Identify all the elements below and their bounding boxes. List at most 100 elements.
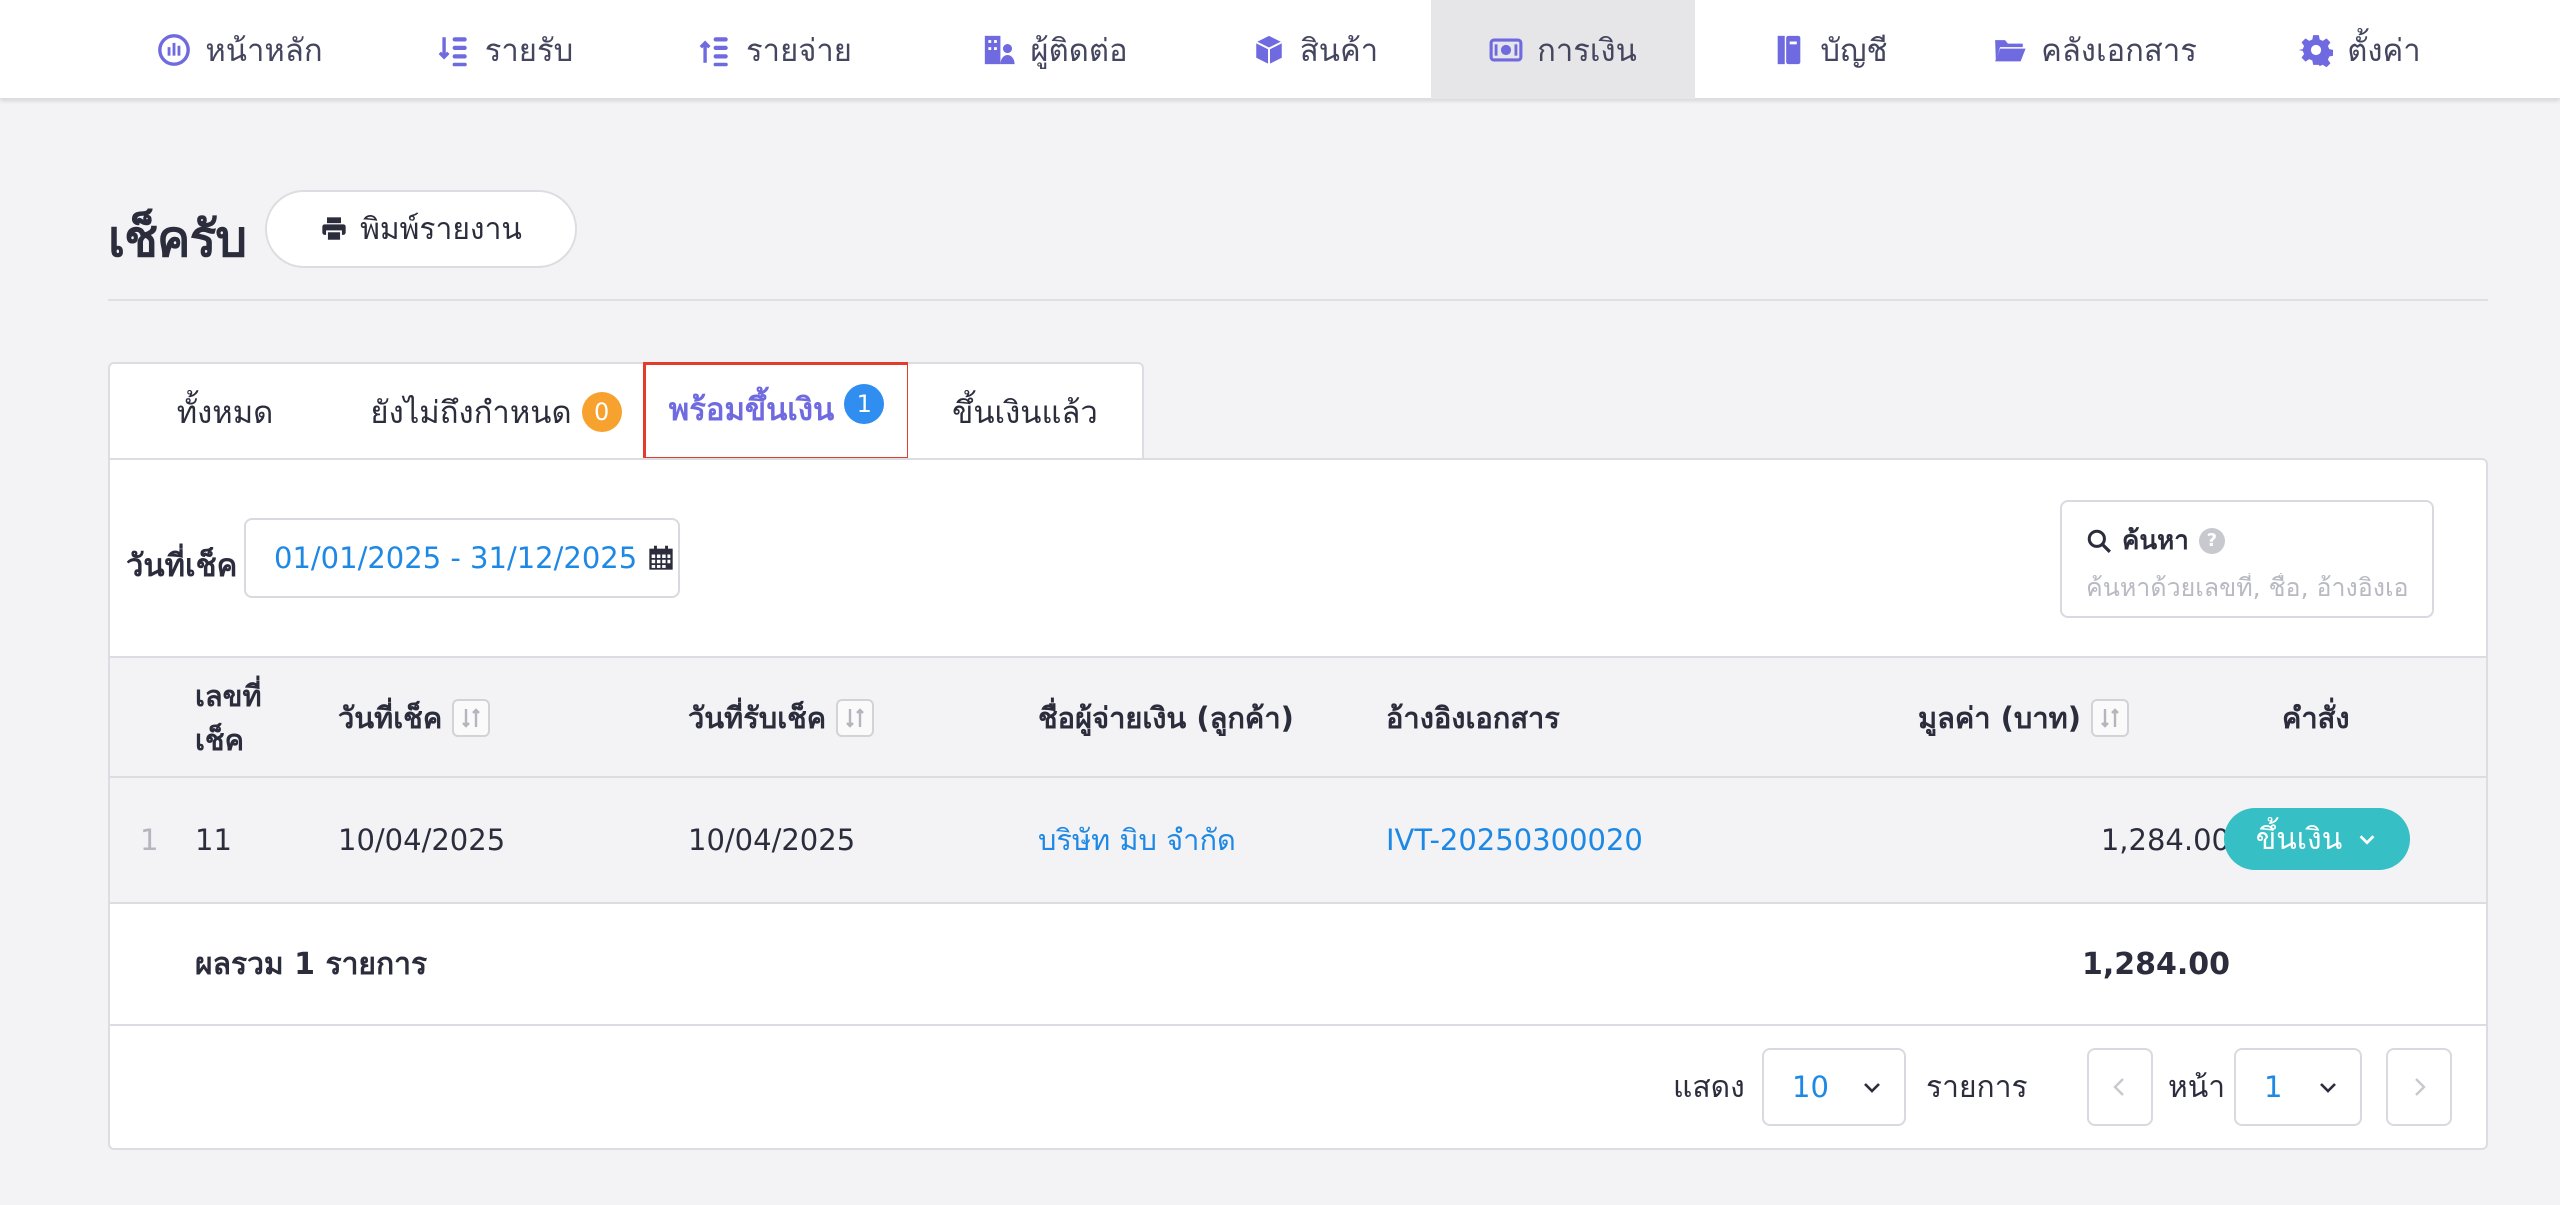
page-title: เช็ครับ bbox=[108, 210, 247, 268]
nav-item-income[interactable]: รายรับ bbox=[420, 0, 590, 99]
search-input[interactable] bbox=[2086, 573, 2408, 602]
nav-label: บัญชี bbox=[1820, 32, 1888, 69]
cell-payer-link[interactable]: บริษัท มิบ จำกัด bbox=[1038, 778, 1236, 902]
table-footer: ผลรวม 1 รายการ 1,284.00 bbox=[110, 904, 2486, 1026]
page-label: หน้า bbox=[2168, 1070, 2226, 1105]
tab-all[interactable]: ทั้งหมด bbox=[108, 362, 342, 460]
top-nav: หน้าหลัก รายรับ รายจ่าย ผู้ติดต่อ สินค้า… bbox=[0, 0, 2560, 99]
print-report-button[interactable]: พิมพ์รายงาน bbox=[265, 190, 577, 268]
page-size-select[interactable]: 10 bbox=[1762, 1048, 1906, 1126]
tab-ready-to-deposit[interactable]: พร้อมขึ้นเงิน 1 bbox=[643, 362, 910, 460]
cell-receive-date: 10/04/2025 bbox=[688, 823, 856, 857]
date-filter-label: วันที่เช็ค bbox=[126, 548, 238, 584]
deposit-action-label: ขึ้นเงิน bbox=[2255, 821, 2343, 857]
count-badge: 0 bbox=[581, 392, 622, 432]
next-page-button[interactable] bbox=[2386, 1048, 2452, 1126]
prev-page-button[interactable] bbox=[2087, 1048, 2153, 1126]
page-number-value: 1 bbox=[2264, 1070, 2283, 1104]
nav-label: สินค้า bbox=[1299, 32, 1379, 69]
search-icon bbox=[2087, 529, 2111, 553]
header-check-no: เลขที่ เช็ค bbox=[195, 658, 262, 778]
date-range-value: 01/01/2025 - 31/12/2025 bbox=[274, 541, 638, 575]
header-action: คำสั่ง bbox=[2282, 658, 2350, 778]
income-icon bbox=[438, 36, 467, 66]
box-icon bbox=[1255, 35, 1283, 64]
help-icon[interactable]: ? bbox=[2198, 527, 2225, 554]
header-payer: ชื่อผู้จ่ายเงิน (ลูกค้า) bbox=[1038, 658, 1294, 778]
page-number-select[interactable]: 1 bbox=[2234, 1048, 2362, 1126]
row-index: 1 bbox=[140, 823, 159, 857]
header-label: คำสั่ง bbox=[2282, 701, 2350, 735]
chevron-left-icon bbox=[2113, 1078, 2124, 1096]
items-label: รายการ bbox=[1926, 1070, 2028, 1105]
date-range-picker[interactable]: 01/01/2025 - 31/12/2025 bbox=[244, 518, 680, 598]
nav-item-expense[interactable]: รายจ่าย bbox=[680, 0, 870, 99]
header-label: วันที่เช็ค bbox=[338, 701, 443, 735]
table-row: 1 11 10/04/2025 10/04/2025 บริษัท มิบ จำ… bbox=[110, 778, 2486, 904]
sort-icon[interactable] bbox=[2090, 699, 2129, 737]
chevron-down-icon bbox=[2320, 1083, 2336, 1093]
nav-label: รายรับ bbox=[484, 32, 574, 69]
summary-total: 1,284.00 bbox=[2081, 946, 2230, 982]
contacts-icon bbox=[985, 35, 1015, 64]
cheque-panel: วันที่เช็ค 01/01/2025 - 31/12/2025 ค้นหา… bbox=[108, 458, 2488, 1150]
table-header: เลขที่ เช็ค วันที่เช็ค วันที่รับเช็ค ชื่… bbox=[110, 656, 2486, 778]
tab-label: ขึ้นเงินแล้ว bbox=[952, 395, 1098, 431]
folder-icon bbox=[1995, 39, 2026, 61]
header-reference: อ้างอิงเอกสาร bbox=[1386, 658, 1560, 778]
deposit-action-button[interactable]: ขึ้นเงิน bbox=[2224, 808, 2410, 870]
header-receive-date[interactable]: วันที่รับเช็ค bbox=[688, 658, 875, 778]
count-badge: 1 bbox=[844, 384, 885, 424]
tab-not-due[interactable]: ยังไม่ถึงกำหนด 0 bbox=[340, 362, 654, 460]
chevron-down-icon bbox=[2359, 835, 2375, 845]
ledger-icon bbox=[1778, 35, 1801, 64]
print-report-label: พิมพ์รายงาน bbox=[360, 211, 522, 247]
nav-label: การเงิน bbox=[1537, 32, 1637, 69]
header-label: ชื่อผู้จ่ายเงิน (ลูกค้า) bbox=[1038, 701, 1294, 735]
header-amount[interactable]: มูลค่า (บาท) bbox=[1918, 658, 2129, 778]
header-label: อ้างอิงเอกสาร bbox=[1386, 701, 1560, 735]
nav-label: ผู้ติดต่อ bbox=[1030, 32, 1128, 69]
cell-amount: 1,284.00 bbox=[2100, 823, 2230, 857]
show-label: แสดง bbox=[1673, 1070, 1745, 1105]
sort-icon[interactable] bbox=[836, 699, 875, 737]
header-divider bbox=[108, 299, 2488, 301]
money-icon bbox=[1489, 38, 1523, 61]
chevron-right-icon bbox=[2415, 1078, 2426, 1096]
header-check-date[interactable]: วันที่เช็ค bbox=[338, 658, 491, 778]
nav-item-documents[interactable]: คลังเอกสาร bbox=[1985, 0, 2205, 99]
nav-item-settings[interactable]: ตั้งค่า bbox=[2290, 0, 2430, 99]
tab-deposited[interactable]: ขึ้นเงินแล้ว bbox=[908, 362, 1144, 460]
nav-label: หน้าหลัก bbox=[205, 32, 323, 69]
header-label: วันที่รับเช็ค bbox=[688, 701, 827, 735]
cell-check-date: 10/04/2025 bbox=[338, 823, 506, 857]
tab-label: พร้อมขึ้นเงิน bbox=[668, 392, 835, 428]
summary-label: ผลรวม 1 รายการ bbox=[195, 946, 428, 982]
tab-label: ยังไม่ถึงกำหนด bbox=[370, 395, 572, 431]
printer-icon bbox=[322, 217, 346, 242]
tab-label: ทั้งหมด bbox=[176, 395, 274, 431]
header-check-no-line2: เช็ค bbox=[195, 723, 244, 757]
nav-label: คลังเอกสาร bbox=[2041, 32, 2197, 69]
search-heading: ค้นหา ? bbox=[2086, 520, 2408, 561]
nav-label: รายจ่าย bbox=[746, 32, 852, 69]
cell-reference-link[interactable]: IVT-20250300020 bbox=[1386, 778, 1643, 902]
nav-item-contacts[interactable]: ผู้ติดต่อ bbox=[950, 0, 1160, 99]
header-label: มูลค่า (บาท) bbox=[1918, 701, 2081, 735]
nav-item-home[interactable]: หน้าหลัก bbox=[140, 0, 340, 99]
cell-check-no: 11 bbox=[195, 823, 232, 857]
page-size-value: 10 bbox=[1792, 1070, 1829, 1104]
nav-item-products[interactable]: สินค้า bbox=[1230, 0, 1400, 99]
nav-item-accounting[interactable]: บัญชี bbox=[1760, 0, 1900, 99]
dashboard-icon bbox=[158, 33, 191, 66]
gear-icon bbox=[2299, 34, 2334, 67]
expense-icon bbox=[699, 36, 728, 66]
sort-icon[interactable] bbox=[452, 699, 491, 737]
header-check-no-line1: เลขที่ bbox=[195, 679, 262, 713]
search-box: ค้นหา ? bbox=[2060, 500, 2434, 618]
nav-label: ตั้งค่า bbox=[2347, 32, 2421, 69]
chevron-down-icon bbox=[1864, 1083, 1880, 1093]
nav-item-finance[interactable]: การเงิน bbox=[1431, 0, 1695, 99]
calendar-icon bbox=[649, 545, 673, 570]
search-label: ค้นหา bbox=[2122, 526, 2189, 556]
